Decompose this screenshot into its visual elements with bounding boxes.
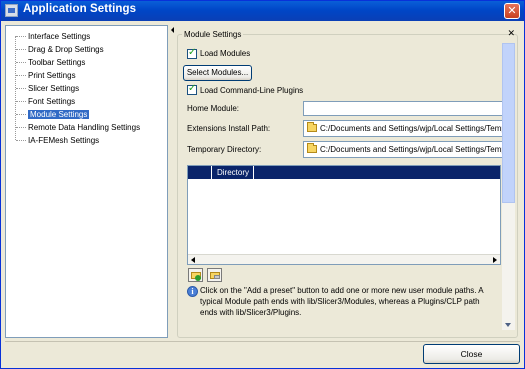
close-button[interactable]: Close [423, 344, 520, 364]
scroll-right-icon[interactable] [493, 257, 497, 263]
tree-item-label: IA-FEMesh Settings [28, 136, 100, 145]
table-header: Directory [188, 166, 500, 179]
module-settings-scroll-area[interactable]: Load Modules Select Modules... Load Comm… [181, 43, 515, 330]
tree-item-ia-femesh-settings[interactable]: IA-FEMesh Settings [6, 134, 167, 147]
extensions-install-path-value: C:/Documents and Settings/wjp/Local Sett… [320, 124, 505, 133]
collapse-left-icon[interactable] [171, 27, 174, 33]
table-horizontal-scrollbar[interactable] [188, 254, 500, 264]
application-settings-window: Application Settings ✕ Interface Setting… [0, 0, 525, 369]
settings-tree[interactable]: Interface Settings Drag & Drop Settings … [5, 25, 168, 338]
tree-item-label: Module Settings [28, 110, 90, 119]
module-paths-table[interactable]: Directory [187, 165, 501, 265]
scroll-down-icon[interactable] [505, 323, 511, 327]
tree-item-label: Print Settings [28, 71, 76, 80]
tree-item-remote-data-handling-settings[interactable]: Remote Data Handling Settings [6, 121, 167, 134]
info-icon: i [187, 286, 198, 297]
group-close-icon[interactable]: ✕ [507, 30, 515, 39]
directory-column-header[interactable]: Directory [217, 166, 249, 179]
footer-divider [5, 341, 520, 342]
add-preset-button[interactable] [188, 268, 203, 282]
extensions-install-path-field[interactable]: C:/Documents and Settings/wjp/Local Sett… [303, 120, 506, 137]
folder-icon [307, 143, 317, 153]
vertical-scrollbar[interactable] [502, 43, 515, 330]
application-icon [5, 4, 18, 17]
remove-preset-button[interactable] [207, 268, 222, 282]
tree-item-label: Drag & Drop Settings [28, 45, 104, 54]
scroll-left-icon[interactable] [191, 257, 195, 263]
tree-item-label: Font Settings [28, 97, 76, 106]
tree-item-label: Interface Settings [28, 32, 91, 41]
tree-item-label: Toolbar Settings [28, 58, 86, 67]
tree-item-print-settings[interactable]: Print Settings [6, 69, 167, 82]
tree-item-module-settings[interactable]: Module Settings [6, 108, 167, 121]
close-window-button[interactable]: ✕ [504, 3, 520, 19]
load-modules-label: Load Modules [200, 49, 251, 58]
temporary-directory-value: C:/Documents and Settings/wjp/Local Sett… [320, 145, 505, 154]
pane-splitter[interactable] [170, 25, 176, 338]
help-text: Click on the "Add a preset" button to ad… [200, 286, 484, 317]
tree-item-drag-drop-settings[interactable]: Drag & Drop Settings [6, 43, 167, 56]
tree-item-label: Slicer Settings [28, 84, 80, 93]
home-module-input[interactable] [303, 101, 506, 116]
temporary-directory-field[interactable]: C:/Documents and Settings/wjp/Local Sett… [303, 141, 506, 158]
title-bar[interactable]: Application Settings ✕ [1, 1, 524, 21]
scrollbar-thumb[interactable] [502, 43, 515, 203]
group-title: Module Settings [182, 29, 244, 40]
tree-item-toolbar-settings[interactable]: Toolbar Settings [6, 56, 167, 69]
load-modules-checkbox[interactable] [187, 47, 197, 59]
tree-item-slicer-settings[interactable]: Slicer Settings [6, 82, 167, 95]
temporary-directory-label: Temporary Directory: [187, 145, 262, 154]
remove-icon [214, 275, 220, 279]
tree-item-font-settings[interactable]: Font Settings [6, 95, 167, 108]
table-header-corner [188, 166, 212, 179]
folder-icon [307, 122, 317, 132]
extensions-install-path-label: Extensions Install Path: [187, 124, 271, 133]
load-command-line-plugins-checkbox[interactable] [187, 83, 197, 95]
column-separator [253, 166, 254, 179]
tree-item-label: Remote Data Handling Settings [28, 123, 141, 132]
tree-item-interface-settings[interactable]: Interface Settings [6, 30, 167, 43]
load-command-line-plugins-label: Load Command-Line Plugins [200, 86, 304, 95]
home-module-label: Home Module: [187, 104, 240, 113]
add-icon [195, 275, 201, 281]
select-modules-button[interactable]: Select Modules... [183, 65, 252, 81]
window-title: Application Settings [23, 3, 137, 15]
